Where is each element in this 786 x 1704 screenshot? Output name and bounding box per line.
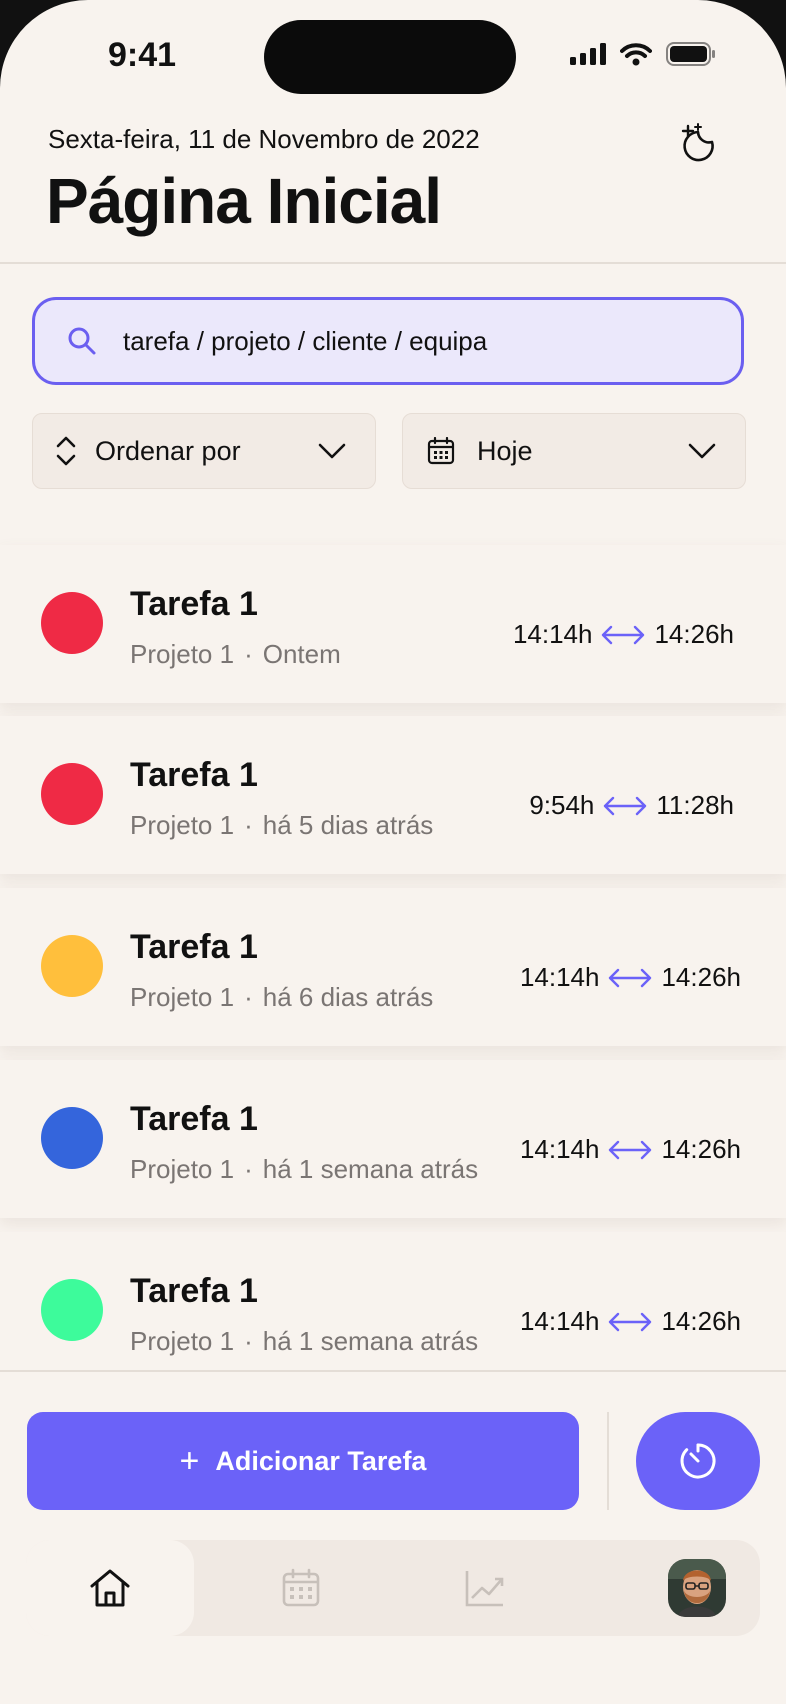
task-times: 14:14h 14:26h [520, 1134, 741, 1165]
date-filter-dropdown[interactable]: Hoje [402, 413, 746, 489]
task-color-dot [41, 763, 103, 825]
task-end-time: 11:28h [656, 790, 734, 820]
task-when: há 1 semana atrás [262, 1326, 479, 1356]
task-meta: Projeto 1 · Ontem [130, 639, 341, 670]
task-end-time: 14:26h [661, 1134, 741, 1164]
task-when: há 5 dias atrás [262, 810, 434, 840]
chevron-down-icon [688, 443, 716, 459]
task-project: Projeto 1 [130, 639, 235, 669]
task-color-dot [41, 592, 103, 654]
tab-profile[interactable] [642, 1540, 752, 1636]
chevron-down-icon [318, 443, 346, 459]
chart-icon [465, 1571, 504, 1607]
task-name: Tarefa 1 [130, 1100, 258, 1138]
moon-stars-icon[interactable] [676, 122, 726, 172]
task-end-time: 14:26h [661, 1306, 741, 1336]
task-name: Tarefa 1 [130, 756, 258, 794]
double-arrow-icon [609, 1312, 652, 1331]
task-color-dot [41, 935, 103, 997]
task-times: 14:14h 14:26h [513, 619, 734, 650]
task-end-time: 14:26h [654, 619, 734, 649]
task-name: Tarefa 1 [130, 928, 258, 966]
tab-statistics[interactable] [430, 1540, 540, 1636]
search-input[interactable] [121, 324, 685, 358]
task-meta: Projeto 1 · há 6 dias atrás [130, 982, 433, 1013]
task-name: Tarefa 1 [130, 1272, 258, 1310]
bottom-divider [0, 1370, 786, 1372]
double-arrow-icon [604, 796, 647, 815]
status-time: 9:41 [108, 36, 177, 74]
task-when: Ontem [262, 639, 341, 669]
plus-icon: + [179, 1442, 200, 1480]
task-end-time: 14:26h [661, 962, 741, 992]
task-project: Projeto 1 [130, 1154, 235, 1184]
calendar-icon [282, 1568, 320, 1607]
calendar-icon [427, 437, 455, 465]
timer-button[interactable] [636, 1412, 760, 1510]
add-task-button[interactable]: + Adicionar Tarefa [27, 1412, 579, 1510]
header-divider [0, 262, 786, 264]
dynamic-island [264, 20, 516, 94]
task-times: 14:14h 14:26h [520, 962, 741, 993]
task-project: Projeto 1 [130, 810, 235, 840]
task-meta: Projeto 1 · há 1 semana atrás [130, 1326, 478, 1357]
task-times: 14:14h 14:26h [520, 1306, 741, 1337]
sort-icon [56, 436, 76, 466]
task-row[interactable]: Tarefa 1 Projeto 1 · há 5 dias atrás 9:54h… [0, 716, 786, 874]
task-name: Tarefa 1 [130, 585, 258, 623]
task-start-time: 14:14h [519, 1306, 600, 1336]
task-row[interactable]: Tarefa 1 Projeto 1 · há 1 semana atrás 14:… [0, 1060, 786, 1218]
task-start-time: 14:14h [519, 1134, 600, 1164]
task-row[interactable]: Tarefa 1 Projeto 1 · há 6 dias atrás 14:14… [0, 888, 786, 1046]
task-meta: Projeto 1 · há 5 dias atrás [130, 810, 433, 841]
task-row[interactable]: Tarefa 1 Projeto 1 · Ontem 14:14h 14:26h [0, 545, 786, 703]
task-project: Projeto 1 [130, 1326, 235, 1356]
task-row[interactable]: Tarefa 1 Projeto 1 · há 1 semana atrás 14:… [0, 1232, 786, 1390]
task-times: 9:54h 11:28h [529, 790, 734, 821]
task-color-dot [41, 1279, 103, 1341]
task-start-time: 9:54h [529, 790, 595, 820]
task-meta: Projeto 1 · há 1 semana atrás [130, 1154, 478, 1185]
double-arrow-icon [602, 625, 645, 644]
task-project: Projeto 1 [130, 982, 235, 1012]
tab-bar [26, 1540, 760, 1636]
date-filter-label: Hoje [477, 435, 533, 466]
timer-icon [680, 1443, 716, 1479]
task-color-dot [41, 1107, 103, 1169]
page-title: Página Inicial [46, 165, 442, 237]
home-icon [90, 1569, 130, 1607]
action-separator [607, 1412, 609, 1510]
task-start-time: 14:14h [512, 619, 593, 649]
tab-calendar[interactable] [246, 1540, 356, 1636]
meta-separator: · [244, 639, 253, 669]
meta-separator: · [244, 810, 253, 840]
tab-home[interactable] [26, 1540, 194, 1636]
sort-label: Ordenar por [95, 435, 241, 466]
task-when: há 6 dias atrás [262, 982, 434, 1012]
task-start-time: 14:14h [519, 962, 600, 992]
avatar [668, 1559, 726, 1617]
meta-separator: · [244, 1154, 253, 1184]
search-bar[interactable] [32, 297, 744, 385]
phone-screen: 9:41 Sexta-feira, 11 de Novembro de 2022… [0, 0, 786, 1704]
meta-separator: · [244, 982, 253, 1012]
meta-separator: · [244, 1326, 253, 1356]
wifi-icon [620, 43, 652, 66]
current-date: Sexta-feira, 11 de Novembro de 2022 [48, 124, 480, 154]
avatar-image [668, 1559, 726, 1617]
double-arrow-icon [609, 1140, 652, 1159]
sort-dropdown[interactable]: Ordenar por [32, 413, 376, 489]
search-icon [68, 327, 96, 355]
signal-icon [570, 43, 606, 65]
task-when: há 1 semana atrás [262, 1154, 479, 1184]
battery-icon [666, 42, 715, 66]
status-icons [570, 42, 716, 66]
add-task-label: Adicionar Tarefa [215, 1445, 427, 1476]
double-arrow-icon [609, 968, 652, 987]
